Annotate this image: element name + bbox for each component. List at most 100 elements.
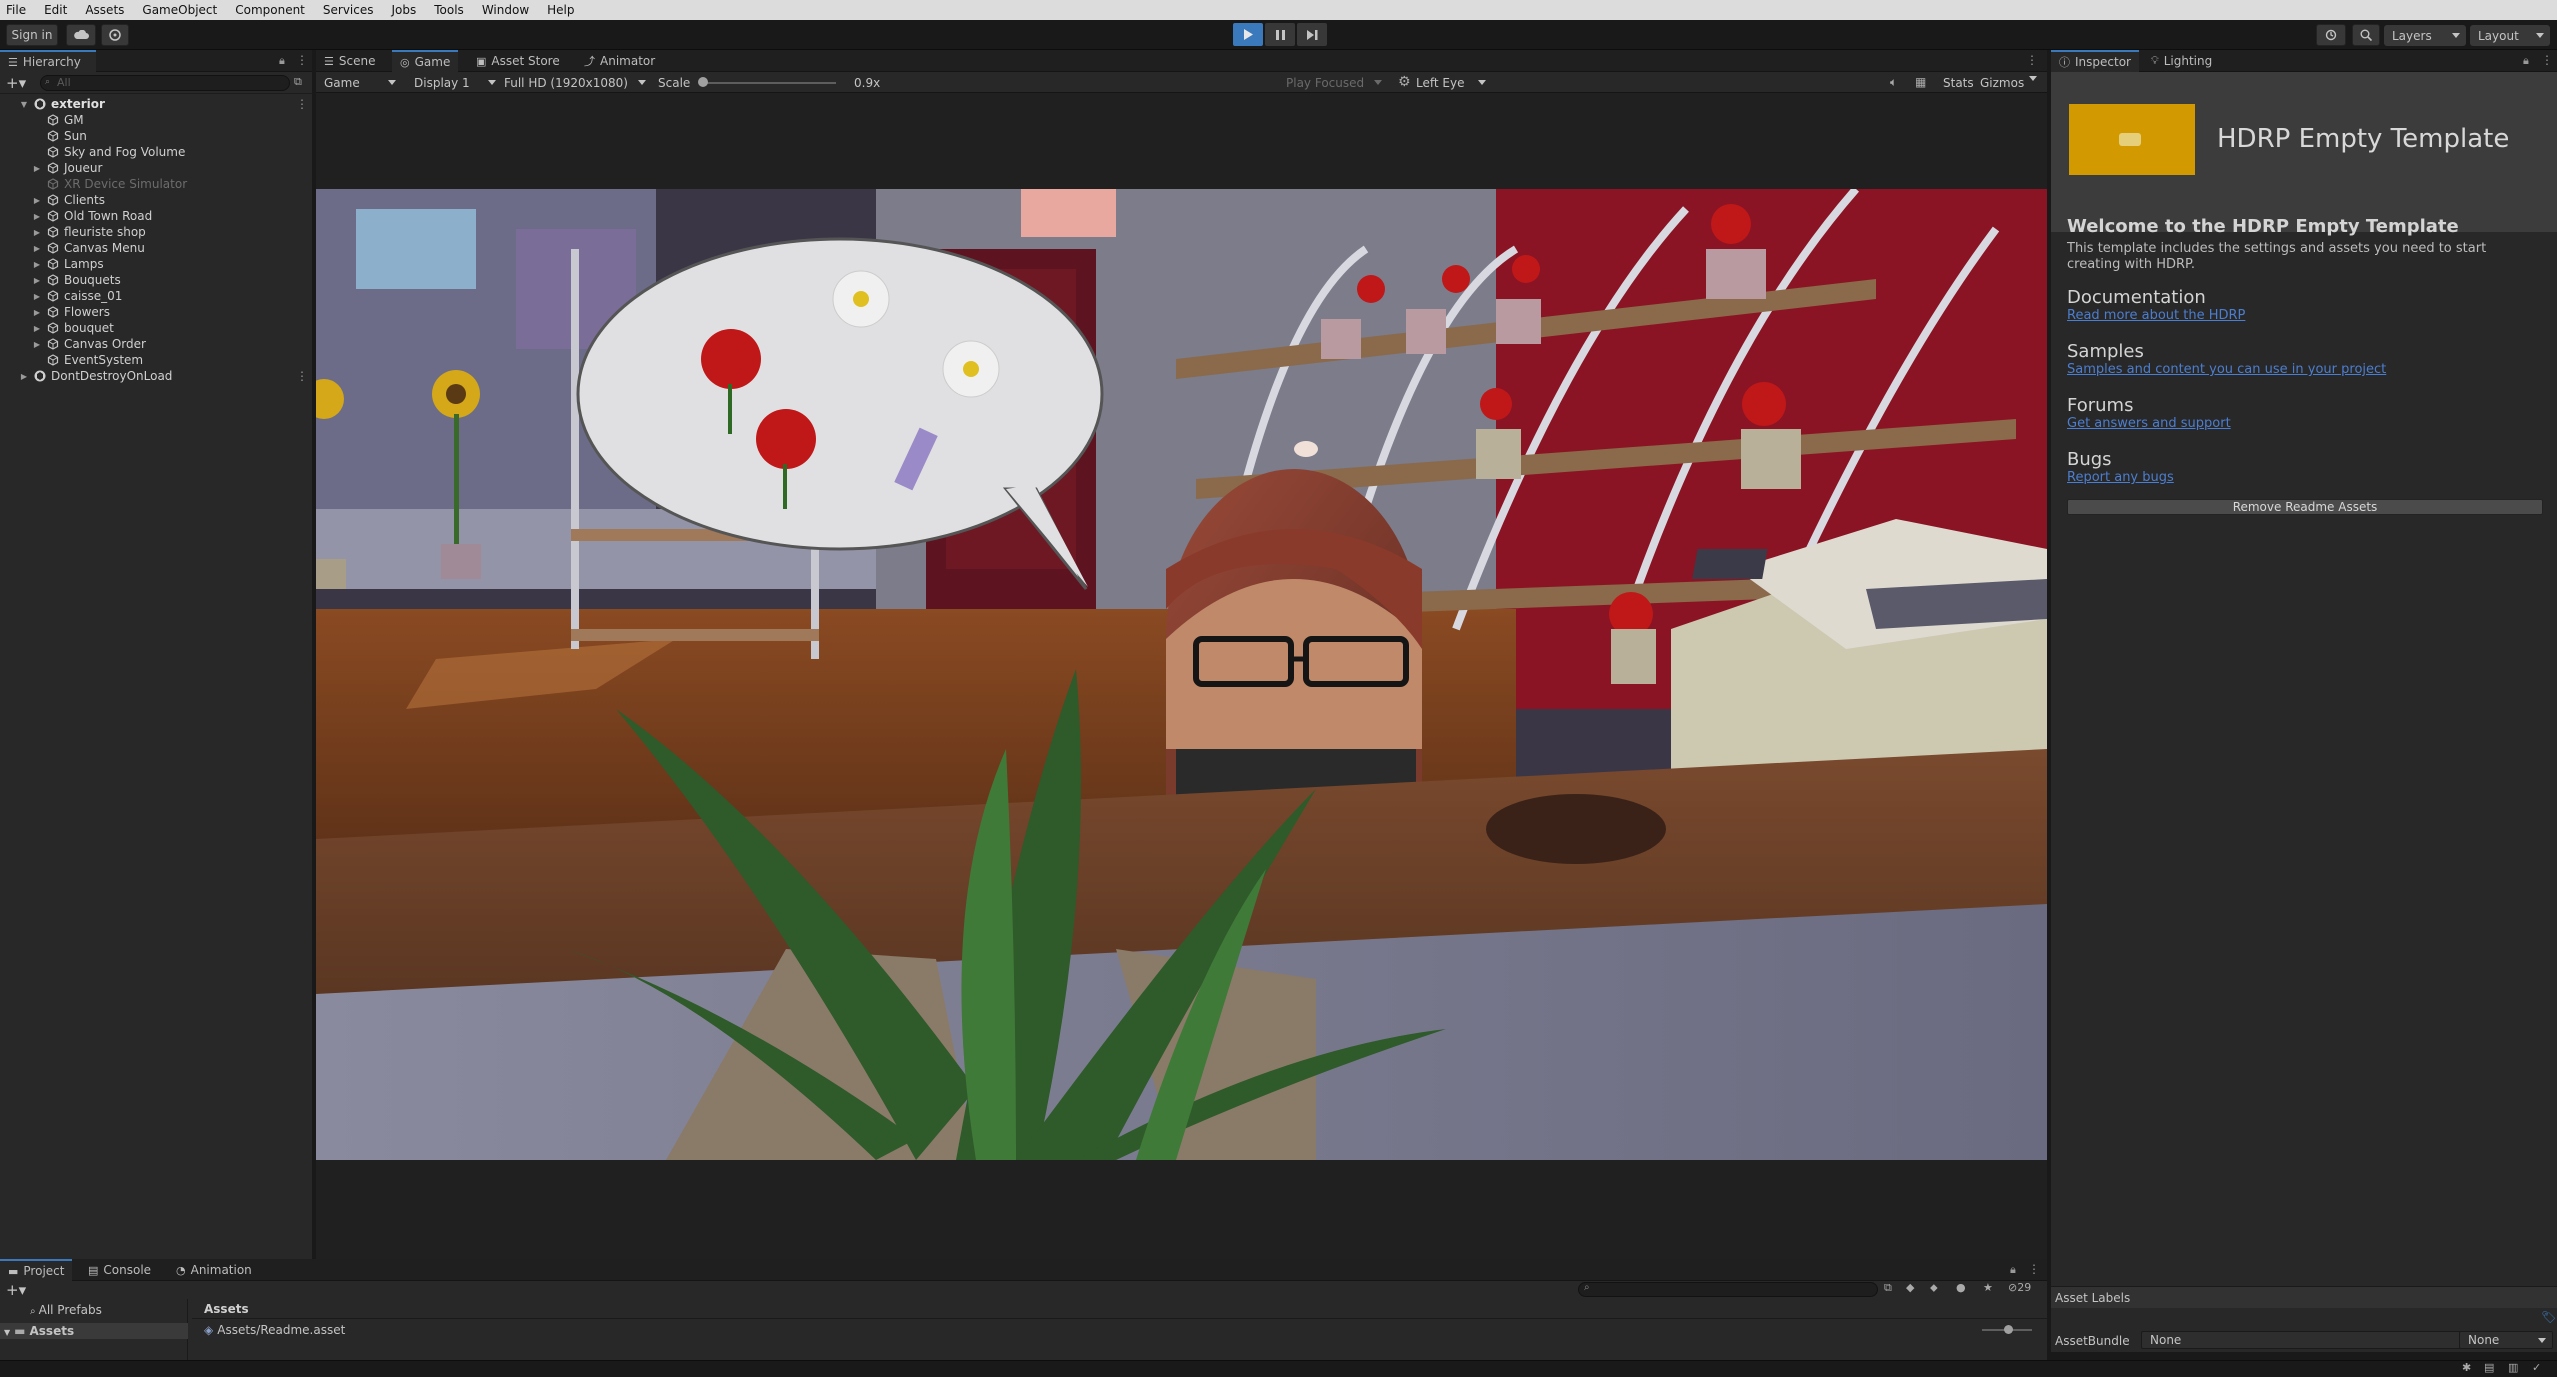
scene-menu-icon[interactable]: ⋮ — [296, 369, 308, 383]
search-by-label-icon[interactable]: ◆ — [1906, 1281, 1914, 1294]
tab-lighting[interactable]: 💡︎ Lighting — [2143, 50, 2220, 72]
tab-hierarchy[interactable]: ☰ Hierarchy — [0, 50, 96, 72]
tab-project[interactable]: ▬ Project — [0, 1259, 73, 1281]
hierarchy-item[interactable]: Sun — [0, 128, 312, 144]
scene-row[interactable]: ▼ exterior ⋮ — [0, 96, 312, 112]
expand-arrow-icon[interactable]: ▶ — [32, 244, 42, 253]
bugs-link[interactable]: Report any bugs — [2067, 470, 2543, 485]
lock-icon[interactable]: 🔒︎ — [2523, 54, 2529, 68]
tag-icon[interactable]: ⬥ — [1930, 1281, 1938, 1295]
expand-arrow-icon[interactable]: ▶ — [32, 212, 42, 221]
menu-tools[interactable]: Tools — [434, 3, 464, 17]
menu-edit[interactable]: Edit — [44, 3, 67, 17]
sign-in-button[interactable]: Sign in — [6, 24, 58, 46]
package-icon[interactable]: ● — [1956, 1281, 1966, 1294]
collab-button[interactable] — [101, 24, 129, 46]
asset-bundle-dropdown[interactable]: None — [2141, 1331, 2507, 1349]
tab-scene[interactable]: ☰ Scene — [316, 50, 383, 72]
layout-dropdown[interactable]: Layout — [2470, 25, 2550, 46]
assets-folder-item[interactable]: ▼ ▬ Assets — [0, 1323, 188, 1339]
expand-arrow-icon[interactable]: ▼ — [19, 100, 29, 109]
expand-arrow-icon[interactable]: ▶ — [32, 276, 42, 285]
gizmos-dropdown-arrow[interactable] — [2029, 76, 2037, 81]
breadcrumb[interactable]: Assets — [204, 1302, 249, 1316]
tab-inspector[interactable]: ⓘ Inspector — [2051, 50, 2139, 72]
check-icon[interactable]: ✓ — [2532, 1361, 2541, 1374]
menu-help[interactable]: Help — [547, 3, 574, 17]
resolution-dropdown[interactable]: Full HD (1920x1080) — [496, 72, 652, 93]
menu-services[interactable]: Services — [323, 3, 374, 17]
progress-icon[interactable]: ▤ — [2484, 1361, 2494, 1374]
dontdestroy-scene-row[interactable]: ▶ DontDestroyOnLoad ⋮ — [0, 368, 312, 384]
expand-arrow-icon[interactable]: ▶ — [32, 164, 42, 173]
expand-arrow-icon[interactable]: ▼ — [4, 1328, 10, 1337]
cloud-button[interactable] — [66, 24, 96, 46]
asset-bundle-variant-dropdown[interactable]: None — [2459, 1331, 2553, 1349]
hidden-packages-icon[interactable]: ⊘29 — [2008, 1281, 2031, 1294]
list-item[interactable]: ◈ Assets/Readme.asset — [204, 1323, 345, 1337]
label-tag-icon[interactable]: 🏷︎ — [2541, 1310, 2556, 1324]
hierarchy-item[interactable]: ▶ bouquet — [0, 320, 312, 336]
menu-jobs[interactable]: Jobs — [392, 3, 417, 17]
search-button[interactable] — [2352, 24, 2380, 46]
tab-animation[interactable]: ◔ Animation — [168, 1259, 260, 1281]
scale-slider-thumb[interactable] — [698, 77, 708, 87]
favorite-star-icon[interactable]: ★ — [1983, 1281, 1993, 1294]
hierarchy-item[interactable]: Sky and Fog Volume — [0, 144, 312, 160]
expand-arrow-icon[interactable]: ▶ — [32, 292, 42, 301]
hierarchy-item[interactable]: ▶ Canvas Menu — [0, 240, 312, 256]
pause-button[interactable] — [1265, 23, 1295, 46]
cache-icon[interactable]: ▥ — [2508, 1361, 2518, 1374]
hierarchy-search-input[interactable]: All — [40, 75, 290, 91]
gizmos-button[interactable]: Gizmos — [1980, 76, 2024, 90]
layers-dropdown[interactable]: Layers — [2384, 25, 2466, 46]
expand-arrow-icon[interactable]: ▶ — [32, 340, 42, 349]
scale-slider-track[interactable] — [700, 82, 836, 84]
expand-arrow-icon[interactable]: ▶ — [32, 196, 42, 205]
hierarchy-item[interactable]: ▶ Bouquets — [0, 272, 312, 288]
play-focused-dropdown[interactable]: Play Focused — [1278, 72, 1388, 93]
debug-icon[interactable]: ✱ — [2462, 1361, 2471, 1374]
search-filter-icon[interactable]: ⧉ — [294, 75, 302, 89]
expand-arrow-icon[interactable]: ▶ — [32, 228, 42, 237]
menu-file[interactable]: File — [6, 3, 26, 17]
search-by-type-icon[interactable]: ⧉ — [1884, 1281, 1892, 1295]
menu-component[interactable]: Component — [235, 3, 305, 17]
hierarchy-item[interactable]: XR Device Simulator — [0, 176, 312, 192]
step-button[interactable] — [1297, 23, 1327, 46]
add-icon[interactable]: +▾ — [6, 74, 26, 92]
hierarchy-item[interactable]: ▶ Clients — [0, 192, 312, 208]
forums-link[interactable]: Get answers and support — [2067, 416, 2543, 431]
display-dropdown[interactable]: Display 1 — [406, 72, 502, 93]
menu-window[interactable]: Window — [482, 3, 529, 17]
project-search-input[interactable] — [1578, 1282, 1878, 1297]
menu-gameobject[interactable]: GameObject — [142, 3, 217, 17]
scene-menu-icon[interactable]: ⋮ — [296, 97, 308, 111]
hierarchy-item[interactable]: ▶ Flowers — [0, 304, 312, 320]
hierarchy-item[interactable]: GM — [0, 112, 312, 128]
hierarchy-item[interactable]: EventSystem — [0, 352, 312, 368]
game-mode-dropdown[interactable]: Game — [316, 72, 402, 93]
hierarchy-item[interactable]: ▶ Canvas Order — [0, 336, 312, 352]
grid-icon[interactable]: ▦ — [1915, 75, 1926, 89]
menu-assets[interactable]: Assets — [85, 3, 124, 17]
documentation-link[interactable]: Read more about the HDRP — [2067, 308, 2543, 323]
expand-arrow-icon[interactable]: ▶ — [32, 324, 42, 333]
stats-button[interactable]: Stats — [1943, 76, 1974, 90]
lock-icon[interactable]: 🔒︎ — [2010, 1263, 2016, 1277]
tab-console[interactable]: ▤ Console — [80, 1259, 159, 1281]
expand-arrow-icon[interactable]: ▶ — [32, 260, 42, 269]
tab-asset-store[interactable]: ▣ Asset Store — [468, 50, 568, 72]
eye-dropdown[interactable]: Left Eye — [1408, 72, 1492, 93]
hierarchy-item[interactable]: ▶ caisse_01 — [0, 288, 312, 304]
tab-game[interactable]: ◎ Game — [392, 50, 459, 72]
play-button[interactable] — [1233, 23, 1263, 46]
tab-animator[interactable]: ⤴ Animator — [576, 50, 663, 72]
more-options-icon[interactable]: ⋮ — [296, 53, 308, 67]
game-render[interactable] — [316, 189, 2047, 1160]
undo-history-button[interactable] — [2316, 24, 2346, 46]
add-icon[interactable]: +▾ — [6, 1281, 26, 1299]
expand-arrow-icon[interactable]: ▶ — [32, 308, 42, 317]
hierarchy-item[interactable]: ▶ Lamps — [0, 256, 312, 272]
all-prefabs-item[interactable]: ⌕ All Prefabs — [30, 1303, 102, 1317]
